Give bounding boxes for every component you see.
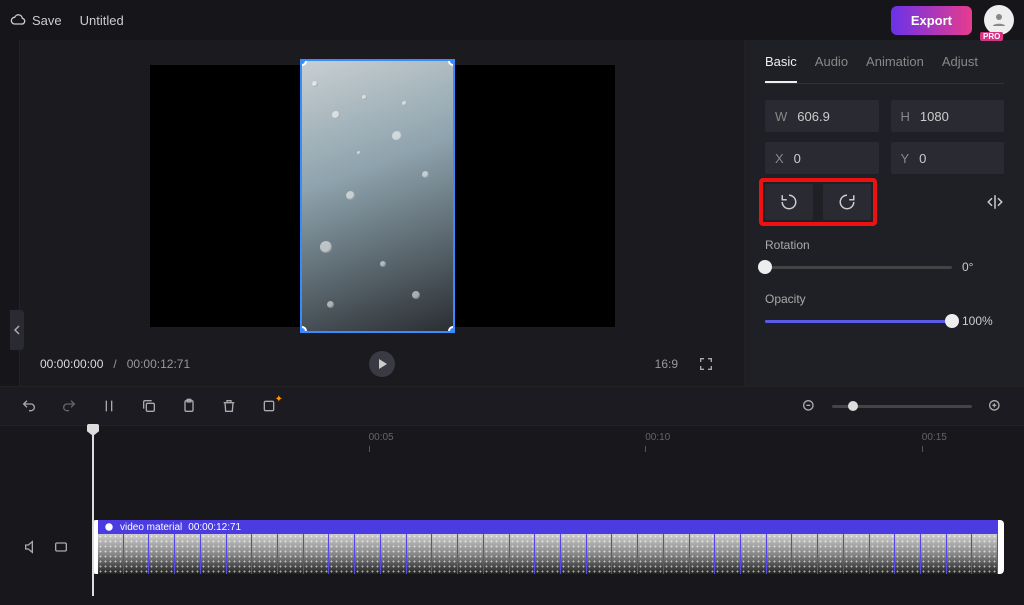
timeline-clip[interactable]: video material 00:00:12:71 (92, 520, 1004, 574)
flip-horizontal-icon (986, 193, 1004, 211)
preview-controls: 00:00:00:00 / 00:00:12:71 16:9 (40, 342, 724, 386)
x-field[interactable]: X0 (765, 142, 879, 174)
tab-animation[interactable]: Animation (866, 54, 924, 83)
cloud-icon (10, 12, 26, 28)
delete-button[interactable] (220, 397, 238, 415)
y-field[interactable]: Y0 (891, 142, 1005, 174)
clip-thumbnails (98, 534, 998, 574)
current-time: 00:00:00:00 (40, 357, 103, 371)
pro-badge: PRO (980, 32, 1003, 41)
zoom-out-icon (801, 398, 817, 414)
inspector-panel: Basic Audio Animation Adjust W606.9 H108… (744, 40, 1024, 386)
width-field[interactable]: W606.9 (765, 100, 879, 132)
rotate-ccw-icon (780, 193, 798, 211)
rotate-cw-icon (838, 193, 856, 211)
expand-left-panel-button[interactable] (10, 310, 24, 350)
ruler-tick: 00:10 (645, 432, 670, 443)
clip-name: video material (120, 522, 182, 533)
resize-handle-br[interactable] (448, 326, 455, 333)
trash-icon (221, 398, 237, 414)
copy-button[interactable] (140, 397, 158, 415)
clip-duration: 00:00:12:71 (188, 522, 241, 533)
aspect-ratio[interactable]: 16:9 (655, 357, 678, 371)
opacity-label: Opacity (765, 292, 1004, 306)
paste-icon (181, 398, 197, 414)
save-button[interactable]: Save (10, 12, 62, 28)
export-button[interactable]: Export (891, 6, 972, 35)
total-duration: 00:00:12:71 (127, 357, 190, 371)
rotation-slider[interactable] (765, 266, 952, 269)
height-field[interactable]: H1080 (891, 100, 1005, 132)
rotation-value: 0° (962, 260, 1004, 274)
tab-adjust[interactable]: Adjust (942, 54, 978, 83)
ruler-tick: 00:05 (369, 432, 394, 443)
hide-track-icon[interactable] (53, 539, 69, 555)
resize-handle-bl[interactable] (300, 326, 307, 333)
ruler-tick: 00:15 (922, 432, 947, 443)
copy-icon (141, 398, 157, 414)
avatar[interactable]: PRO (984, 5, 1014, 35)
effects-button[interactable]: ✦ (260, 397, 278, 415)
rotate-ccw-button[interactable] (765, 184, 813, 220)
zoom-slider[interactable] (832, 405, 972, 408)
timeline-ruler[interactable]: 00:05 00:10 00:15 (92, 432, 1014, 452)
fullscreen-icon[interactable] (698, 356, 714, 372)
redo-icon (61, 398, 77, 414)
play-button[interactable] (369, 351, 395, 377)
opacity-slider[interactable] (765, 320, 952, 323)
play-icon (376, 358, 388, 370)
resize-handle-tr[interactable] (448, 59, 455, 66)
clip-icon (104, 522, 114, 532)
user-icon (990, 11, 1008, 29)
zoom-in-icon (987, 398, 1003, 414)
tab-audio[interactable]: Audio (815, 54, 848, 83)
undo-icon (21, 398, 37, 414)
undo-button[interactable] (20, 397, 38, 415)
rotate-cw-button[interactable] (823, 184, 871, 220)
top-bar: Save Untitled Export PRO (0, 0, 1024, 40)
split-icon (101, 398, 117, 414)
flip-horizontal-button[interactable] (986, 184, 1004, 220)
preview-canvas[interactable] (150, 65, 615, 327)
zoom-out-button[interactable] (800, 397, 818, 415)
rotation-label: Rotation (765, 238, 1004, 252)
paste-button[interactable] (180, 397, 198, 415)
resize-handle-tl[interactable] (300, 59, 307, 66)
preview-area: 00:00:00:00 / 00:00:12:71 16:9 (20, 40, 744, 386)
left-panel-collapsed (0, 40, 20, 386)
mute-track-icon[interactable] (23, 539, 39, 555)
save-label: Save (32, 13, 62, 28)
tab-basic[interactable]: Basic (765, 54, 797, 83)
time-separator: / (113, 357, 116, 371)
split-button[interactable] (100, 397, 118, 415)
opacity-value: 100% (962, 314, 1004, 328)
project-title[interactable]: Untitled (80, 13, 124, 28)
chevron-left-icon (13, 325, 21, 335)
timeline[interactable]: 00:05 00:10 00:15 video material 00:00:1… (0, 426, 1024, 605)
selected-clip-frame[interactable] (300, 59, 455, 333)
playhead[interactable] (92, 426, 94, 596)
zoom-in-button[interactable] (986, 397, 1004, 415)
redo-button[interactable] (60, 397, 78, 415)
timeline-toolbar: ✦ (0, 386, 1024, 426)
